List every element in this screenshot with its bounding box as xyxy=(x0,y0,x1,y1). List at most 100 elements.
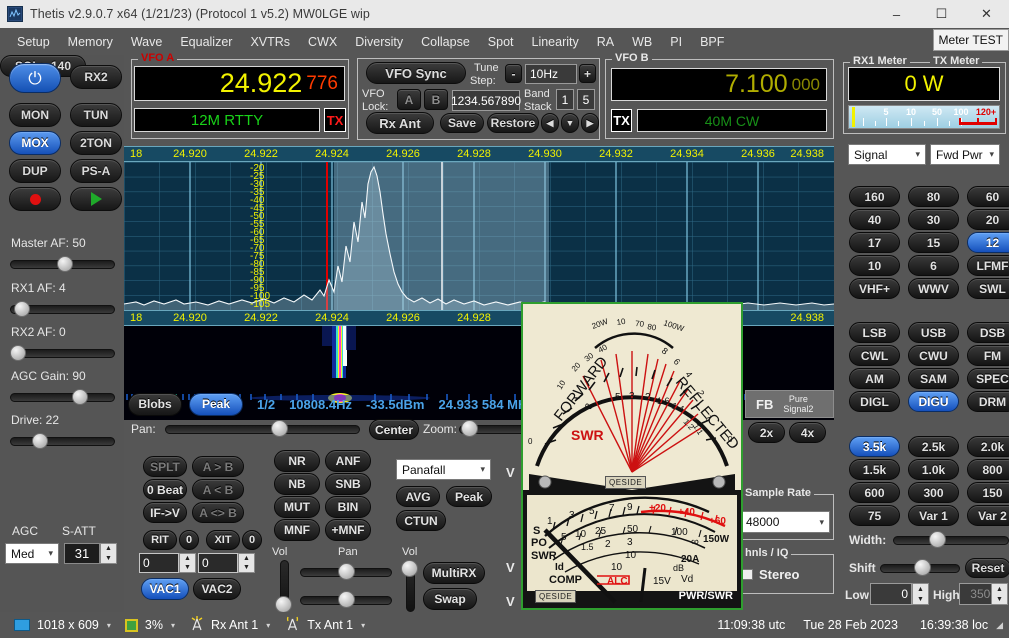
nr-button[interactable]: NR xyxy=(274,450,320,472)
menu-item-wave[interactable]: Wave xyxy=(122,32,172,52)
rit-stepper[interactable]: ▲ ▼ xyxy=(179,553,196,573)
rit-button[interactable]: RIT xyxy=(143,530,177,550)
frequency-entry-field[interactable]: 1234.567890 xyxy=(451,90,521,111)
vfo-a-tx-indicator[interactable]: TX xyxy=(324,108,346,132)
restore-button[interactable]: Restore xyxy=(487,113,539,133)
low-stepper[interactable]: ▲ ▼ xyxy=(912,583,929,605)
menu-item-wb[interactable]: WB xyxy=(623,32,661,52)
nb-button[interactable]: NB xyxy=(274,473,320,495)
2ton-button[interactable]: 2TON xyxy=(70,131,122,155)
band-button-6[interactable]: 6 xyxy=(908,255,959,276)
zero-beat-button[interactable]: 0 Beat xyxy=(143,479,187,500)
resize-grip-icon[interactable]: ◢ xyxy=(996,620,1003,631)
mode-button-drm[interactable]: DRM xyxy=(967,391,1009,412)
master-af-slider[interactable] xyxy=(10,256,115,272)
center-button[interactable]: Center xyxy=(369,419,419,440)
band-button-wwv[interactable]: WWV xyxy=(908,278,959,299)
blobs-button[interactable]: Blobs xyxy=(128,392,182,416)
split-button[interactable]: SPLT xyxy=(143,456,187,477)
menu-item-bpf[interactable]: BPF xyxy=(691,32,733,52)
menu-item-cwx[interactable]: CWX xyxy=(299,32,346,52)
rx1-pan-slider[interactable] xyxy=(300,563,392,580)
xit-offset-field[interactable]: 0 xyxy=(198,553,238,573)
band-button-40[interactable]: 40 xyxy=(849,209,900,230)
tun-button[interactable]: TUN xyxy=(70,103,122,127)
pan-slider[interactable] xyxy=(165,420,360,437)
rit-value[interactable]: 0 xyxy=(179,530,199,550)
ctun-button[interactable]: CTUN xyxy=(396,510,446,531)
filter-button-2k5[interactable]: 2.5k xyxy=(908,436,959,457)
filter-button-1k5[interactable]: 1.5k xyxy=(849,459,900,480)
xit-button[interactable]: XIT xyxy=(206,530,240,550)
vac2-button[interactable]: VAC2 xyxy=(193,578,241,600)
filter-button-300[interactable]: 300 xyxy=(908,482,959,503)
vfo-nav-down-button[interactable]: ▼ xyxy=(561,113,579,133)
zoom-4x-button[interactable]: 4x xyxy=(789,422,826,443)
stereo-checkbox[interactable] xyxy=(742,569,753,580)
xit-value[interactable]: 0 xyxy=(242,530,262,550)
stereo-checkbox-row[interactable]: Stereo xyxy=(742,567,799,582)
filter-button-1k0[interactable]: 1.0k xyxy=(908,459,959,480)
display-peak-button[interactable]: Peak xyxy=(446,486,492,507)
vac1-button[interactable]: VAC1 xyxy=(141,578,189,600)
filter-button-var1[interactable]: Var 1 xyxy=(908,505,959,526)
band-button-lfmf[interactable]: LFMF xyxy=(967,255,1009,276)
tune-step-plus-button[interactable]: + xyxy=(579,64,596,83)
snb-button[interactable]: SNB xyxy=(325,473,371,495)
plus-mnf-button[interactable]: +MNF xyxy=(325,519,371,541)
bin-button[interactable]: BIN xyxy=(325,496,371,518)
filter-button-600[interactable]: 600 xyxy=(849,482,900,503)
mnf-button[interactable]: MNF xyxy=(274,519,320,541)
vfo-sync-button[interactable]: VFO Sync xyxy=(366,62,466,84)
rx2-pan-slider[interactable] xyxy=(300,591,392,608)
save-button[interactable]: Save xyxy=(440,113,484,133)
band-button-80[interactable]: 80 xyxy=(908,186,959,207)
sample-rate-select[interactable]: 48000 ▾ xyxy=(740,511,830,533)
width-slider[interactable] xyxy=(893,531,1009,548)
status-rx-ant-group[interactable]: Rx Ant 1 ▾ xyxy=(189,616,270,634)
band-button-20[interactable]: 20 xyxy=(967,209,1009,230)
band-button-15[interactable]: 15 xyxy=(908,232,959,253)
band-stack-1-button[interactable]: 1 xyxy=(556,89,574,110)
swap-button[interactable]: Swap xyxy=(423,588,477,610)
mox-button[interactable]: MOX xyxy=(9,131,61,155)
tune-step-minus-button[interactable]: - xyxy=(505,64,522,83)
dup-button[interactable]: DUP xyxy=(9,159,61,183)
shift-reset-button[interactable]: Reset xyxy=(965,558,1009,578)
play-button[interactable] xyxy=(70,187,122,211)
menu-item-ra[interactable]: RA xyxy=(588,32,623,52)
menu-item-xvtrs[interactable]: XVTRs xyxy=(241,32,299,52)
psa-button[interactable]: PS-A xyxy=(70,159,122,183)
menu-item-collapse[interactable]: Collapse xyxy=(412,32,479,52)
satt-stepper[interactable]: ▲ ▼ xyxy=(100,543,117,564)
anf-button[interactable]: ANF xyxy=(325,450,371,472)
minimize-button[interactable]: – xyxy=(874,0,919,28)
menu-item-linearity[interactable]: Linearity xyxy=(523,32,588,52)
band-button-10[interactable]: 10 xyxy=(849,255,900,276)
maximize-button[interactable]: ☐ xyxy=(919,0,964,28)
menu-item-setup[interactable]: Setup xyxy=(8,32,59,52)
band-button-160[interactable]: 160 xyxy=(849,186,900,207)
mode-button-cwl[interactable]: CWL xyxy=(849,345,900,366)
band-button-swl[interactable]: SWL xyxy=(967,278,1009,299)
menu-item-spot[interactable]: Spot xyxy=(479,32,523,52)
status-cpu-group[interactable]: 3% ▾ xyxy=(124,618,175,632)
drive-slider[interactable] xyxy=(10,433,115,449)
rx2-af-slider[interactable] xyxy=(10,345,115,361)
menu-item-memory[interactable]: Memory xyxy=(59,32,122,52)
swr-meter-window[interactable]: FORWARD REFLECTED SWR 10 20 30 40 20W 10… xyxy=(521,302,743,610)
mode-button-am[interactable]: AM xyxy=(849,368,900,389)
zoom-2x-button[interactable]: 2x xyxy=(748,422,785,443)
band-button-17[interactable]: 17 xyxy=(849,232,900,253)
multirx-button[interactable]: MultiRX xyxy=(423,562,485,584)
menu-item-diversity[interactable]: Diversity xyxy=(346,32,412,52)
mon-button[interactable]: MON xyxy=(9,103,61,127)
chevron-down-icon[interactable]: ▾ xyxy=(266,621,270,630)
power-button[interactable]: ⏻ xyxy=(9,63,61,93)
chevron-down-icon[interactable]: ▾ xyxy=(171,621,175,630)
filter-button-75[interactable]: 75 xyxy=(849,505,900,526)
filter-button-150[interactable]: 150 xyxy=(967,482,1009,503)
a-from-b-button[interactable]: A < B xyxy=(192,479,244,500)
agc-select[interactable]: Med ▾ xyxy=(5,543,59,564)
mode-button-lsb[interactable]: LSB xyxy=(849,322,900,343)
